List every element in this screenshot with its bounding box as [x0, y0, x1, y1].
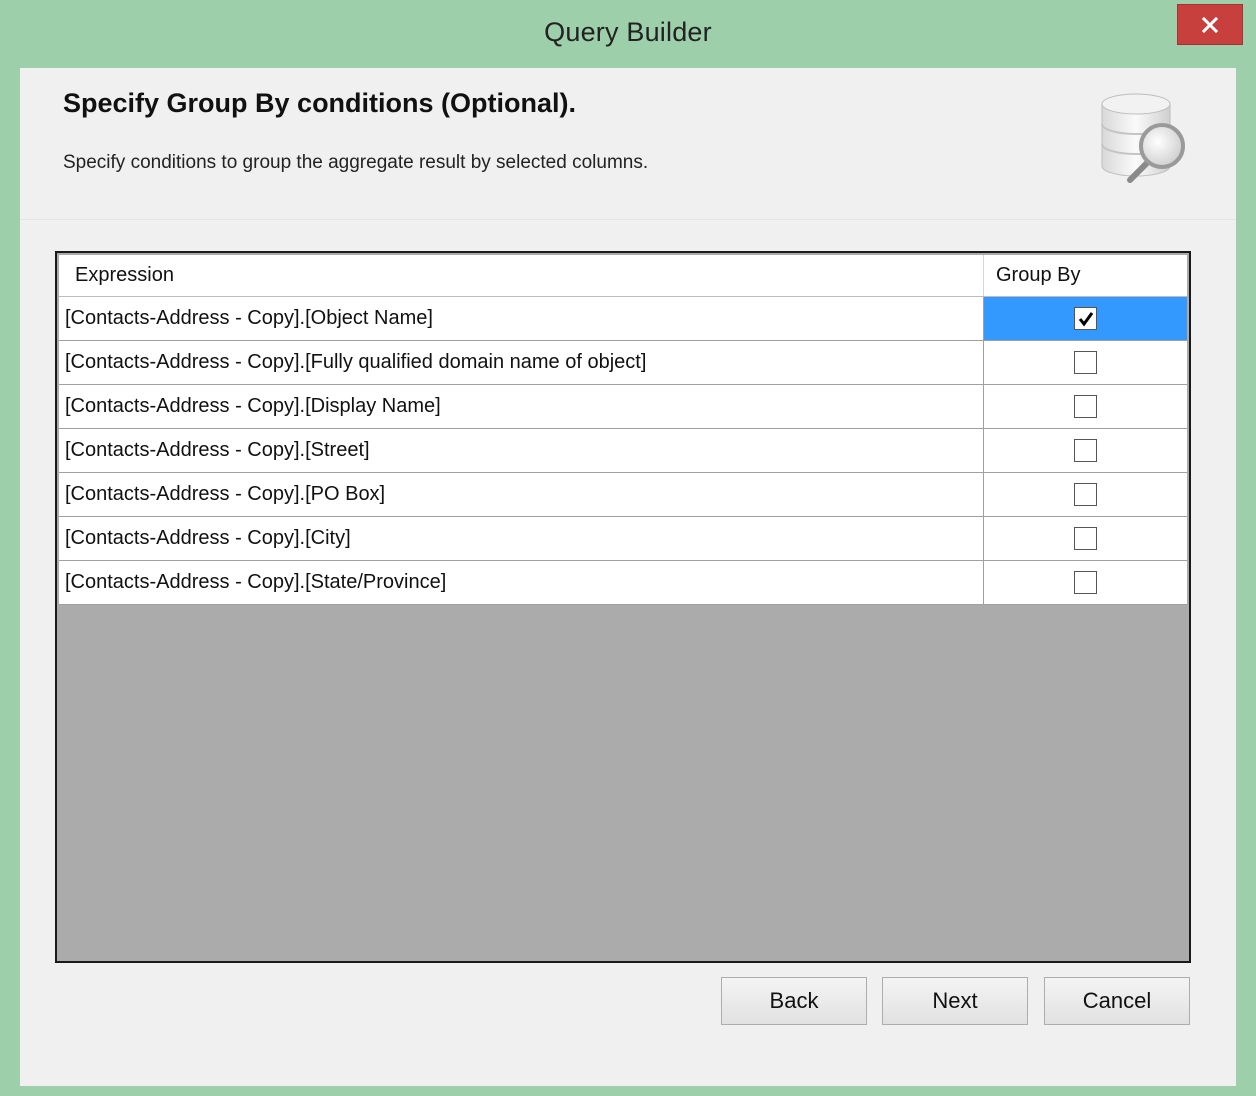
- group-by-cell[interactable]: [984, 561, 1187, 604]
- group-by-checkbox[interactable]: [1074, 439, 1097, 462]
- group-by-grid[interactable]: Expression Group By [Contacts-Address - …: [55, 251, 1191, 963]
- group-by-cell[interactable]: [984, 429, 1187, 472]
- column-header-expression[interactable]: Expression: [59, 255, 984, 296]
- column-header-group-by[interactable]: Group By: [984, 255, 1187, 296]
- expression-cell[interactable]: [Contacts-Address - Copy].[City]: [59, 517, 984, 560]
- group-by-cell[interactable]: [984, 297, 1187, 340]
- close-icon: [1201, 16, 1219, 33]
- group-by-checkbox[interactable]: [1074, 527, 1097, 550]
- group-by-checkbox[interactable]: [1074, 351, 1097, 374]
- group-by-checkbox[interactable]: [1074, 571, 1097, 594]
- expression-cell[interactable]: [Contacts-Address - Copy].[Street]: [59, 429, 984, 472]
- table-row[interactable]: [Contacts-Address - Copy].[PO Box]: [59, 473, 1187, 517]
- database-search-icon: [1101, 93, 1185, 183]
- next-button[interactable]: Next: [882, 977, 1028, 1025]
- group-by-cell[interactable]: [984, 385, 1187, 428]
- expression-cell[interactable]: [Contacts-Address - Copy].[Fully qualifi…: [59, 341, 984, 384]
- back-button[interactable]: Back: [721, 977, 867, 1025]
- group-by-cell[interactable]: [984, 341, 1187, 384]
- table-row[interactable]: [Contacts-Address - Copy].[State/Provinc…: [59, 561, 1187, 605]
- page-description: Specify conditions to group the aggregat…: [63, 152, 649, 173]
- dialog-client-area: Specify Group By conditions (Optional). …: [20, 68, 1236, 1086]
- header-separator: [20, 219, 1236, 220]
- dialog-window: Query Builder Specify Group By condition…: [0, 0, 1256, 1096]
- wizard-header: Specify Group By conditions (Optional). …: [20, 68, 1236, 219]
- window-title: Query Builder: [544, 17, 712, 47]
- title-bar[interactable]: Query Builder: [0, 0, 1256, 68]
- checkmark-icon: [1078, 311, 1093, 326]
- group-by-cell[interactable]: [984, 517, 1187, 560]
- table-row[interactable]: [Contacts-Address - Copy].[Object Name]: [59, 297, 1187, 341]
- group-by-checkbox[interactable]: [1074, 395, 1097, 418]
- table-row[interactable]: [Contacts-Address - Copy].[Fully qualifi…: [59, 341, 1187, 385]
- page-heading: Specify Group By conditions (Optional).: [63, 88, 577, 118]
- table-row[interactable]: [Contacts-Address - Copy].[City]: [59, 517, 1187, 561]
- table-row[interactable]: [Contacts-Address - Copy].[Street]: [59, 429, 1187, 473]
- group-by-checkbox[interactable]: [1074, 307, 1097, 330]
- table-row[interactable]: [Contacts-Address - Copy].[Display Name]: [59, 385, 1187, 429]
- grid-header-row: Expression Group By: [59, 255, 1187, 297]
- group-by-checkbox[interactable]: [1074, 483, 1097, 506]
- cancel-button[interactable]: Cancel: [1044, 977, 1190, 1025]
- close-button[interactable]: [1177, 4, 1243, 45]
- expression-cell[interactable]: [Contacts-Address - Copy].[PO Box]: [59, 473, 984, 516]
- expression-cell[interactable]: [Contacts-Address - Copy].[Object Name]: [59, 297, 984, 340]
- group-by-cell[interactable]: [984, 473, 1187, 516]
- expression-cell[interactable]: [Contacts-Address - Copy].[State/Provinc…: [59, 561, 984, 604]
- expression-cell[interactable]: [Contacts-Address - Copy].[Display Name]: [59, 385, 984, 428]
